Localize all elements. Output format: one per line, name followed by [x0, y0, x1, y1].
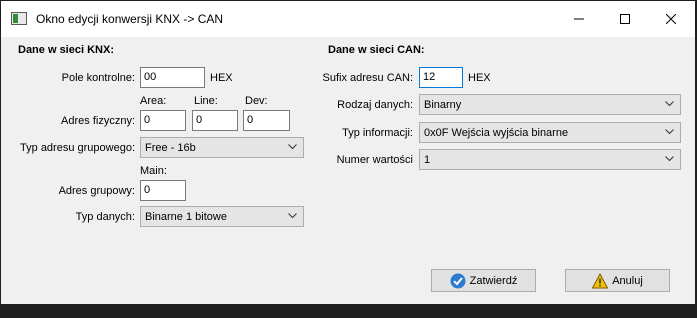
group-address-label: Adres grupowy:	[58, 185, 135, 197]
knx-data-type-select[interactable]: Binarne 1 bitowe	[140, 206, 304, 227]
minimize-button[interactable]	[556, 1, 602, 37]
can-value-number-select[interactable]: 1	[419, 149, 681, 170]
knx-section-title: Dane w sieci KNX:	[18, 44, 114, 56]
minimize-icon	[574, 18, 584, 20]
control-field-label: Pole kontrolne:	[61, 72, 135, 84]
line-label: Line:	[194, 95, 218, 107]
chevron-down-icon	[665, 129, 674, 135]
dialog-client-area: Dane w sieci KNX: Pole kontrolne: 00 HEX…	[1, 37, 695, 304]
can-section-title: Dane w sieci CAN:	[328, 44, 425, 56]
can-address-suffix-unit: HEX	[468, 72, 491, 84]
knx-data-type-label: Typ danych:	[75, 211, 135, 223]
title-bar: Okno edycji konwersji KNX -> CAN	[1, 1, 695, 37]
close-icon	[666, 14, 676, 24]
can-data-kind-value: Binarny	[424, 99, 462, 111]
confirm-button-label: Zatwierdź	[469, 274, 518, 287]
dev-input[interactable]: 0	[243, 110, 290, 131]
area-label: Area:	[140, 95, 167, 107]
group-address-type-select[interactable]: Free - 16b	[140, 137, 304, 158]
check-icon	[450, 273, 466, 289]
can-info-type-select[interactable]: 0x0F Wejścia wyjścia binarne	[419, 122, 681, 143]
knx-data-type-value: Binarne 1 bitowe	[145, 211, 227, 223]
group-address-type-label: Typ adresu grupowego:	[20, 142, 135, 154]
cancel-button-label: Anuluj	[612, 274, 643, 287]
can-info-type-value: 0x0F Wejścia wyjścia binarne	[424, 127, 569, 139]
can-value-number-value: 1	[424, 154, 431, 166]
main-input[interactable]: 0	[140, 180, 186, 201]
can-data-kind-select[interactable]: Binarny	[419, 94, 681, 115]
maximize-button[interactable]	[602, 1, 648, 37]
confirm-button[interactable]: Zatwierdź	[431, 269, 536, 292]
group-address-type-value: Free - 16b	[145, 142, 196, 154]
main-label: Main:	[140, 165, 167, 177]
can-value-number-label: Numer wartości	[336, 154, 413, 166]
chevron-down-icon	[665, 101, 674, 107]
dialog-window: Okno edycji konwersji KNX -> CAN Dane w …	[1, 1, 695, 304]
can-info-type-label: Typ informacji:	[342, 127, 413, 139]
cancel-button[interactable]: Anuluj	[565, 269, 670, 292]
line-input[interactable]: 0	[192, 110, 238, 131]
control-field-unit: HEX	[210, 72, 233, 84]
can-data-kind-label: Rodzaj danych:	[337, 99, 413, 111]
app-icon	[11, 12, 27, 25]
window-title: Okno edycji konwersji KNX -> CAN	[36, 12, 224, 26]
close-button[interactable]	[648, 1, 694, 37]
physical-address-label: Adres fizyczny:	[61, 115, 135, 127]
warning-icon	[592, 272, 609, 289]
control-field-input[interactable]: 00	[140, 67, 205, 88]
maximize-icon	[620, 14, 630, 24]
chevron-down-icon	[288, 213, 297, 219]
dev-label: Dev:	[245, 95, 268, 107]
area-input[interactable]: 0	[140, 110, 186, 131]
can-address-suffix-label: Sufix adresu CAN:	[322, 72, 413, 84]
can-address-suffix-input[interactable]: 12	[419, 67, 463, 88]
chevron-down-icon	[665, 156, 674, 162]
chevron-down-icon	[288, 144, 297, 150]
